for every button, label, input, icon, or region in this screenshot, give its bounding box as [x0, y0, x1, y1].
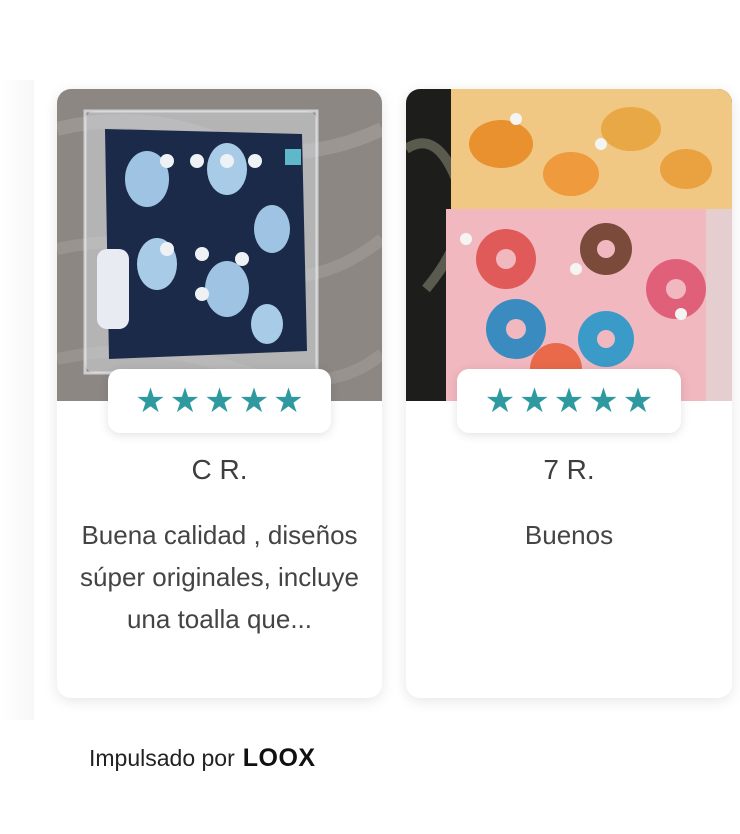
review-text: Buenos [524, 520, 614, 550]
carousel-edge [0, 80, 34, 720]
review-card[interactable]: ★ ★ ★ ★ ★ 7 R. Buenos [406, 89, 732, 698]
star-icon: ★ [519, 381, 550, 421]
review-photo[interactable] [406, 89, 732, 401]
review-photo[interactable] [57, 89, 382, 401]
rating-badge: ★ ★ ★ ★ ★ [457, 369, 681, 433]
star-icon: ★ [484, 381, 516, 421]
review-text: Buena calidad , diseños súper originales… [80, 520, 359, 634]
star-icon: ★ [553, 381, 585, 421]
star-icon: ★ [135, 381, 166, 421]
star-icon: ★ [622, 381, 654, 421]
star-icon: ★ [273, 381, 304, 421]
star-icon: ★ [169, 381, 201, 421]
reviewer-name: C R. [191, 454, 248, 485]
powered-by: Impulsado por LOOX [89, 744, 316, 773]
loox-logo[interactable]: LOOX [243, 744, 316, 773]
reviewer-name: 7 R. [543, 454, 595, 485]
review-card[interactable]: ★ ★ ★ ★ ★ C R. Buena calidad , diseños s… [57, 89, 382, 698]
powered-by-label: Impulsado por [89, 745, 235, 771]
rating-badge: ★ ★ ★ ★ ★ [108, 369, 331, 433]
star-icon: ★ [588, 381, 619, 421]
star-icon: ★ [238, 381, 270, 421]
star-icon: ★ [204, 381, 235, 421]
